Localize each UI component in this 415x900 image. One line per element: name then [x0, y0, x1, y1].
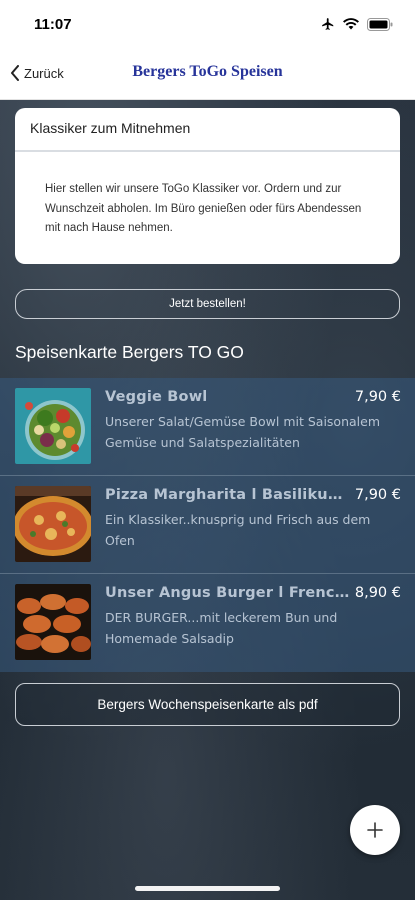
card-title: Klassiker zum Mitnehmen	[15, 108, 400, 152]
item-name: Pizza Margharita l Basilikum...	[105, 487, 355, 503]
salad-bowl-image	[15, 388, 91, 464]
item-price: 7,90 €	[354, 487, 401, 503]
navigation-bar: Zurück Bergers ToGo Speisen	[0, 48, 415, 100]
wifi-icon	[343, 18, 359, 30]
menu-list: Veggie Bowl 7,90 € Unserer Salat/Gemüse …	[0, 378, 415, 672]
menu-item-pizza[interactable]: Pizza Margharita l Basilikum... 7,90 € E…	[0, 476, 415, 574]
status-icons	[321, 17, 393, 31]
item-price: 7,90 €	[354, 389, 401, 405]
item-description: Unserer Salat/Gemüse Bowl mit Saisonalem…	[105, 414, 380, 450]
menu-item-burger[interactable]: Unser Angus Burger l French... 8,90 € DE…	[0, 574, 415, 672]
pdf-menu-button[interactable]: Bergers Wochenspeisenkarte als pdf	[15, 683, 400, 726]
status-time: 11:07	[34, 16, 72, 33]
content-area: Klassiker zum Mitnehmen Hier stellen wir…	[0, 100, 415, 900]
pizza-image	[15, 486, 91, 562]
item-name: Unser Angus Burger l French...	[105, 585, 355, 601]
item-description: DER BURGER...mit leckerem Bun und Homema…	[105, 610, 338, 646]
item-description: Ein Klassiker..knusprig und Frisch aus d…	[105, 512, 371, 548]
airplane-icon	[322, 18, 334, 30]
item-name: Veggie Bowl	[105, 389, 208, 405]
card-body: Hier stellen wir unsere ToGo Klassiker v…	[45, 183, 362, 234]
order-button[interactable]: Jetzt bestellen!	[15, 289, 400, 319]
menu-item-veggie-bowl[interactable]: Veggie Bowl 7,90 € Unserer Salat/Gemüse …	[0, 378, 415, 476]
battery-icon	[367, 17, 393, 31]
home-indicator	[135, 886, 280, 891]
add-button[interactable]	[350, 805, 400, 855]
section-title: Speisenkarte Bergers TO GO	[15, 342, 244, 362]
burger-image	[15, 584, 91, 660]
status-bar: 11:07	[0, 0, 415, 48]
item-price: 8,90 €	[354, 585, 401, 601]
info-card: Klassiker zum Mitnehmen Hier stellen wir…	[15, 108, 400, 264]
plus-icon	[367, 822, 383, 838]
page-title: Bergers ToGo Speisen	[132, 63, 283, 80]
